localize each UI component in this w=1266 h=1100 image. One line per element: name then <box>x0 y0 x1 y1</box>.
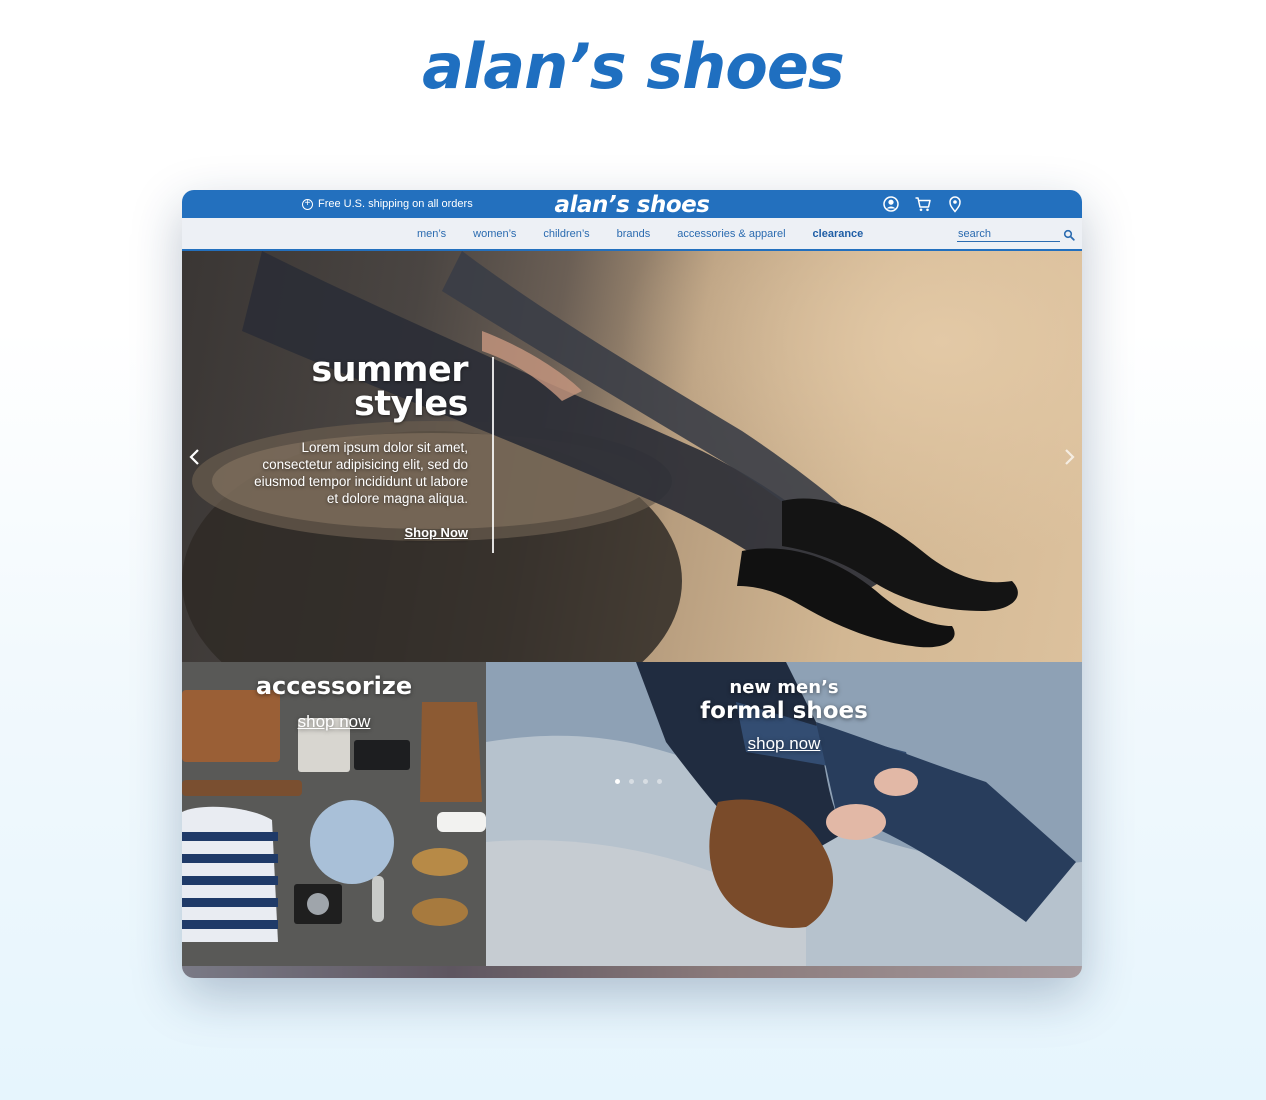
top-bar: + Free U.S. shipping on all orders alan’… <box>182 190 1082 218</box>
nav-item-accessories-apparel[interactable]: accessories & apparel <box>677 228 785 240</box>
hero-divider <box>492 357 494 553</box>
hero-shop-now-link[interactable]: Shop Now <box>404 525 468 540</box>
main-nav: men’s women’s children’s brands accessor… <box>182 218 1082 251</box>
formal-shoes-title-line1: new men’s <box>729 677 839 698</box>
next-section-peek <box>182 966 1082 978</box>
website-mockup: + Free U.S. shipping on all orders alan’… <box>182 190 1082 978</box>
search-box <box>957 227 1075 243</box>
nav-item-clearance[interactable]: clearance <box>813 228 864 240</box>
accessorize-title: accessorize <box>255 672 413 700</box>
chevron-right-icon[interactable] <box>1062 447 1076 467</box>
formal-shoes-title: new men’s formal shoes <box>486 677 1082 725</box>
header-icons <box>882 195 964 213</box>
hero-title: summer styles <box>242 350 468 424</box>
mens-formal-shoes-tile[interactable]: new men’s formal shoes shop now <box>486 662 1082 966</box>
formal-shoes-shop-now-link[interactable]: shop now <box>486 734 1082 754</box>
accessorize-tile[interactable]: accessorize shop now <box>182 662 486 966</box>
shipping-text: Free U.S. shipping on all orders <box>318 198 473 210</box>
carousel-dots <box>615 779 662 784</box>
hero-description: Lorem ipsum dolor sit amet, consectetur … <box>254 440 468 506</box>
hero-title-line1: summer <box>311 350 468 390</box>
shipping-notice: + Free U.S. shipping on all orders <box>302 190 473 218</box>
carousel-dot[interactable] <box>615 779 620 784</box>
accessories-photo <box>182 662 486 966</box>
hero-carousel: summer styles Lorem ipsum dolor sit amet… <box>182 251 1082 662</box>
nav-item-brands[interactable]: brands <box>617 228 651 240</box>
hero-content: summer styles Lorem ipsum dolor sit amet… <box>242 353 468 542</box>
location-pin-icon[interactable] <box>946 195 964 213</box>
chevron-left-icon[interactable] <box>188 447 202 467</box>
formal-shoes-title-line2: formal shoes <box>700 698 868 724</box>
cart-icon[interactable] <box>914 195 932 213</box>
nav-item-childrens[interactable]: children’s <box>543 228 589 240</box>
carousel-dot[interactable] <box>643 779 648 784</box>
accessorize-shop-now-link[interactable]: shop now <box>182 712 486 732</box>
search-icon[interactable] <box>1063 228 1075 241</box>
brand-logo: alan’s shoes <box>422 30 845 103</box>
hero-title-line2: styles <box>354 384 468 424</box>
search-input[interactable] <box>957 227 1060 242</box>
carousel-dot[interactable] <box>629 779 634 784</box>
nav-item-mens[interactable]: men’s <box>417 228 446 240</box>
user-icon[interactable] <box>882 195 900 213</box>
carousel-dot[interactable] <box>657 779 662 784</box>
nav-item-womens[interactable]: women’s <box>473 228 516 240</box>
plus-circle-icon: + <box>302 198 313 210</box>
